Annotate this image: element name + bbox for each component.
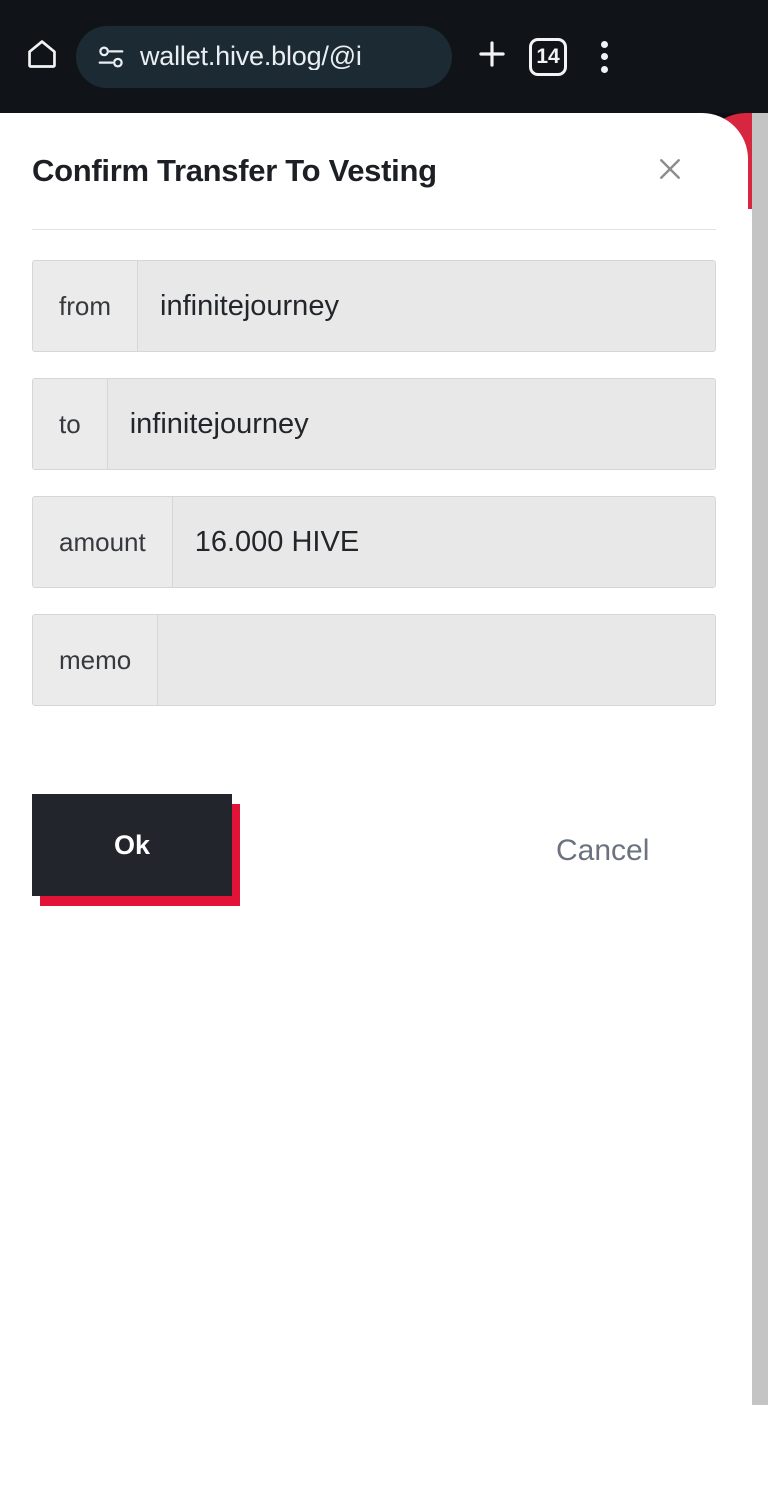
field-value-memo[interactable] [158, 615, 715, 705]
field-value-to[interactable]: infinitejourney [107, 379, 715, 469]
field-value-from[interactable]: infinitejourney [138, 261, 715, 351]
url-text: wallet.hive.blog/@i [140, 43, 362, 70]
field-row-amount: amount 16.000 HIVE [32, 496, 716, 588]
transfer-form: from infinitejourney to infinitejourney … [0, 230, 748, 706]
home-icon [25, 37, 59, 76]
new-tab-button[interactable] [464, 29, 520, 85]
confirm-transfer-dialog: Confirm Transfer To Vesting from infinit… [0, 113, 748, 1509]
tab-count-label: 14 [536, 45, 560, 68]
field-label-to: to [33, 379, 108, 469]
tune-permissions-icon[interactable] [96, 42, 126, 72]
page-title: Confirm Transfer To Vesting [32, 152, 437, 188]
field-row-memo: memo [32, 614, 716, 706]
close-icon [655, 154, 685, 189]
cancel-button[interactable]: Cancel [556, 836, 649, 866]
tab-count-icon: 14 [529, 37, 567, 76]
field-row-from: from infinitejourney [32, 260, 716, 352]
home-button[interactable] [14, 29, 70, 85]
address-bar[interactable]: wallet.hive.blog/@i [76, 25, 452, 88]
field-label-memo: memo [33, 615, 159, 705]
ok-button-wrapper: Ok [32, 794, 240, 906]
field-value-amount[interactable]: 16.000 HIVE [172, 497, 715, 587]
ok-button[interactable]: Ok [32, 794, 232, 896]
plus-icon [473, 35, 511, 78]
more-vertical-icon [600, 40, 608, 73]
tab-switcher-button[interactable]: 14 [520, 29, 576, 85]
field-label-amount: amount [33, 497, 173, 587]
dialog-actions: Ok Cancel [0, 732, 748, 906]
field-row-to: to infinitejourney [32, 378, 716, 470]
dialog-header: Confirm Transfer To Vesting [32, 113, 716, 229]
browser-menu-button[interactable] [576, 29, 632, 85]
scrollbar-thumb[interactable] [752, 113, 768, 1405]
browser-toolbar: wallet.hive.blog/@i 14 [0, 0, 768, 113]
close-button[interactable] [648, 149, 692, 193]
field-label-from: from [33, 261, 138, 351]
